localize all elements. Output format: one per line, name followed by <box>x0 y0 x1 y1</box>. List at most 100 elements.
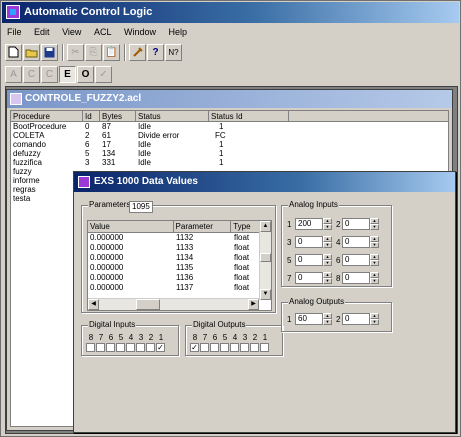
analog-input-field-5[interactable]: 0 <box>295 254 323 266</box>
cell-value: 0.000000 <box>90 253 124 262</box>
copy-icon[interactable]: ⎘ <box>85 43 102 61</box>
analog-input-field-8[interactable]: 0 <box>342 272 370 284</box>
cell-value: 0.000000 <box>90 283 124 292</box>
analog-input-field-1[interactable]: 200 <box>295 218 323 230</box>
digital-output-checkbox-4[interactable] <box>230 343 239 352</box>
column-header-status[interactable]: Status <box>136 111 209 121</box>
digital-input-checkbox-3[interactable] <box>136 343 145 352</box>
open-folder-icon[interactable] <box>23 43 40 61</box>
column-header-parameter[interactable]: Parameter <box>174 221 232 232</box>
help-icon[interactable]: ? <box>147 43 164 61</box>
spin-down-icon[interactable]: ▼ <box>323 224 332 230</box>
digital-input-checkbox-8[interactable] <box>86 343 95 352</box>
table-row[interactable]: 0.000000 1132 float <box>88 233 271 243</box>
analog-input-field-7[interactable]: 0 <box>295 272 323 284</box>
scroll-up-icon[interactable]: ▲ <box>260 221 271 232</box>
analog-input-spinner-6[interactable]: ▲ ▼ <box>370 254 379 266</box>
toolbar-a-button[interactable]: A <box>5 65 22 83</box>
menu-edit[interactable]: Edit <box>29 24 55 41</box>
digital-input-checkbox-5[interactable] <box>116 343 125 352</box>
scroll-down-icon[interactable]: ▼ <box>260 289 271 300</box>
toolbar-separator <box>62 43 64 61</box>
spin-down-icon[interactable]: ▼ <box>370 224 379 230</box>
scroll-thumb[interactable] <box>136 299 160 310</box>
cut-icon[interactable]: ✂ <box>67 43 84 61</box>
analog-input-spinner-3[interactable]: ▲ ▼ <box>323 236 332 248</box>
app-title: Automatic Control Logic <box>24 6 153 18</box>
digital-output-checkbox-2[interactable] <box>250 343 259 352</box>
scroll-thumb[interactable] <box>260 253 271 262</box>
digital-output-checkbox-5[interactable] <box>220 343 229 352</box>
digital-output-checkbox-6[interactable] <box>210 343 219 352</box>
table-row[interactable]: 0.000000 1134 float <box>88 253 271 263</box>
digital-output-checkbox-7[interactable] <box>200 343 209 352</box>
analog-input-spinner-5[interactable]: ▲ ▼ <box>323 254 332 266</box>
list-item[interactable]: COLETA 2 61 Divide error FC <box>11 131 448 140</box>
analog-input-spinner-4[interactable]: ▲ ▼ <box>370 236 379 248</box>
context-help-icon[interactable]: N? <box>165 43 182 61</box>
spin-down-icon[interactable]: ▼ <box>370 319 379 325</box>
digital-input-checkbox-4[interactable] <box>126 343 135 352</box>
save-icon[interactable] <box>41 43 58 61</box>
bit-label: 8 <box>88 333 94 342</box>
analog-output-spinner-1[interactable]: ▲ ▼ <box>323 313 332 325</box>
column-header-procedure[interactable]: Procedure <box>11 111 83 121</box>
column-header-status-id[interactable]: Status Id <box>209 111 289 121</box>
toolbar-c2-button[interactable]: C <box>41 65 58 83</box>
list-item[interactable]: fuzzifica 3 331 Idle 1 <box>11 158 448 167</box>
table-row[interactable]: 0.000000 1135 float <box>88 263 271 273</box>
list-item[interactable]: comando 6 17 Idle 1 <box>11 140 448 149</box>
analog-output-spinner-2[interactable]: ▲ ▼ <box>370 313 379 325</box>
analog-input-spinner-2[interactable]: ▲ ▼ <box>370 218 379 230</box>
vertical-scrollbar[interactable]: ▲ ▼ <box>259 221 271 300</box>
column-header-bytes[interactable]: Bytes <box>100 111 136 121</box>
spin-down-icon[interactable]: ▼ <box>370 242 379 248</box>
scroll-right-icon[interactable]: ▶ <box>248 299 259 310</box>
toolbar-check-button[interactable]: ✓ <box>95 65 112 83</box>
spin-down-icon[interactable]: ▼ <box>323 242 332 248</box>
list-item[interactable]: defuzzy 5 134 Idle 1 <box>11 149 448 158</box>
menu-file[interactable]: File <box>2 24 27 41</box>
toolbar-e-button[interactable]: E <box>59 65 76 83</box>
list-item[interactable]: BootProcedure 0 87 Idle 1 <box>11 122 448 131</box>
menu-view[interactable]: View <box>57 24 86 41</box>
menu-acl[interactable]: ACL <box>89 24 117 41</box>
analog-input-field-6[interactable]: 0 <box>342 254 370 266</box>
analog-output-field-1[interactable]: 60 <box>295 313 323 325</box>
digital-input-checkbox-1[interactable]: ✓ <box>156 343 165 352</box>
digital-input-checkbox-2[interactable] <box>146 343 155 352</box>
menu-window[interactable]: Window <box>119 24 161 41</box>
horizontal-scrollbar[interactable]: ◀ ▶ <box>88 298 259 310</box>
parameters-count-field[interactable]: 1095 <box>129 201 153 213</box>
spin-down-icon[interactable]: ▼ <box>370 260 379 266</box>
digital-output-checkbox-8[interactable]: ✓ <box>190 343 199 352</box>
table-row[interactable]: 0.000000 1133 float <box>88 243 271 253</box>
digital-output-checkbox-1[interactable] <box>260 343 269 352</box>
toolbar-c-button[interactable]: C <box>23 65 40 83</box>
new-file-icon[interactable] <box>5 43 22 61</box>
spin-down-icon[interactable]: ▼ <box>370 278 379 284</box>
tools-icon[interactable] <box>129 43 146 61</box>
parameter-table[interactable]: Value Parameter Type 0.000000 1132 float… <box>87 220 272 311</box>
analog-input-spinner-7[interactable]: ▲ ▼ <box>323 272 332 284</box>
table-row[interactable]: 0.000000 1136 float <box>88 273 271 283</box>
spin-down-icon[interactable]: ▼ <box>323 319 332 325</box>
spin-down-icon[interactable]: ▼ <box>323 278 332 284</box>
digital-input-checkbox-6[interactable] <box>106 343 115 352</box>
column-header-value[interactable]: Value <box>88 221 174 232</box>
spin-down-icon[interactable]: ▼ <box>323 260 332 266</box>
digital-output-checkbox-3[interactable] <box>240 343 249 352</box>
analog-input-spinner-1[interactable]: ▲ ▼ <box>323 218 332 230</box>
menu-help[interactable]: Help <box>164 24 193 41</box>
analog-input-field-4[interactable]: 0 <box>342 236 370 248</box>
analog-output-field-2[interactable]: 0 <box>342 313 370 325</box>
digital-input-checkbox-7[interactable] <box>96 343 105 352</box>
table-row[interactable]: 0.000000 1137 float <box>88 283 271 293</box>
paste-icon[interactable]: 📋 <box>103 43 120 61</box>
analog-input-field-2[interactable]: 0 <box>342 218 370 230</box>
scroll-left-icon[interactable]: ◀ <box>88 299 99 310</box>
analog-input-field-3[interactable]: 0 <box>295 236 323 248</box>
toolbar-o-button[interactable]: O <box>77 65 94 83</box>
column-header-id[interactable]: Id <box>83 111 100 121</box>
analog-input-spinner-8[interactable]: ▲ ▼ <box>370 272 379 284</box>
